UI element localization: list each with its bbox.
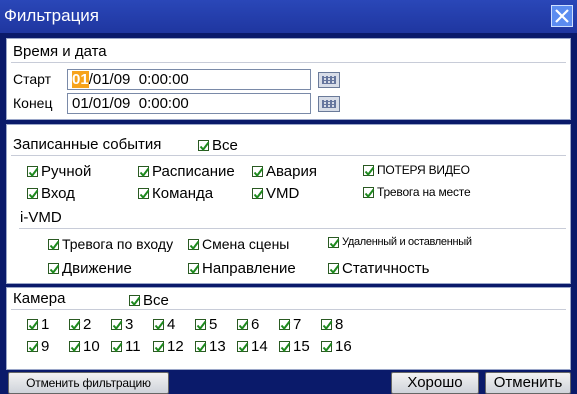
start-day-cursor[interactable]: 01 xyxy=(72,71,89,88)
close-icon xyxy=(555,9,569,23)
checkbox-checked-icon xyxy=(252,188,264,200)
end-calendar-button[interactable] xyxy=(318,96,340,112)
events-section-title: Записанные события xyxy=(13,136,162,153)
checkbox-checked-icon xyxy=(138,166,150,178)
camera-checkbox-8[interactable]: 8 xyxy=(321,316,343,333)
event-checkbox-7[interactable]: VMD xyxy=(252,185,299,202)
camera-checkbox-11[interactable]: 11 xyxy=(111,338,141,355)
divider xyxy=(19,228,566,229)
camera-panel: Камера Все 1 2 3 4 5 6 7 8 9 10 11 12 13 14 15 16 xyxy=(6,287,571,370)
camera-checkbox-7[interactable]: 7 xyxy=(279,316,301,333)
event-checkbox-4[interactable]: ПОТЕРЯ ВИДЕО xyxy=(363,163,470,177)
start-label: Старт xyxy=(13,71,52,87)
camera-checkbox-13[interactable]: 13 xyxy=(195,338,226,355)
datetime-section-title: Время и дата xyxy=(13,43,107,60)
title-bar: Фильтрация xyxy=(0,0,577,33)
end-datetime-field[interactable]: 01/01/09 0:00:00 xyxy=(67,93,311,114)
events-all-checkbox[interactable]: Все xyxy=(198,137,238,154)
camera-checkbox-14[interactable]: 14 xyxy=(237,338,268,355)
checkbox-checked-icon xyxy=(363,164,375,176)
checkbox-checked-icon xyxy=(363,186,375,198)
cancel-button[interactable]: Отменить xyxy=(485,372,571,394)
camera-checkbox-12[interactable]: 12 xyxy=(153,338,184,355)
ivmd-checkbox-5[interactable]: Направление xyxy=(188,260,296,277)
checkbox-checked-icon xyxy=(321,341,333,353)
camera-checkbox-9[interactable]: 9 xyxy=(27,338,49,355)
camera-checkbox-15[interactable]: 15 xyxy=(279,338,310,355)
camera-all-checkbox[interactable]: Все xyxy=(129,292,169,309)
checkbox-checked-icon xyxy=(69,319,81,331)
checkbox-checked-icon xyxy=(328,263,340,275)
checkbox-checked-icon xyxy=(27,166,39,178)
checkbox-checked-icon xyxy=(237,319,249,331)
camera-checkbox-5[interactable]: 5 xyxy=(195,316,217,333)
events-panel: Записанные события Все Ручной Расписание А… xyxy=(6,124,571,284)
event-checkbox-8[interactable]: Тревога на месте xyxy=(363,185,471,199)
camera-section-title: Камера xyxy=(13,290,66,307)
checkbox-checked-icon xyxy=(138,188,150,200)
ivmd-checkbox-3[interactable]: Удаленный и оставленный xyxy=(328,236,472,248)
divider xyxy=(11,62,566,63)
start-datetime-field[interactable]: 01/01/09 0:00:00 xyxy=(67,69,311,90)
checkbox-checked-icon xyxy=(321,319,333,331)
camera-checkbox-2[interactable]: 2 xyxy=(69,316,91,333)
checkbox-checked-icon xyxy=(328,236,340,248)
ivmd-section-title: i-VMD xyxy=(20,209,62,226)
ivmd-checkbox-6[interactable]: Статичность xyxy=(328,260,429,277)
camera-checkbox-10[interactable]: 10 xyxy=(69,338,100,355)
checkbox-checked-icon xyxy=(252,166,264,178)
checkbox-checked-icon xyxy=(111,341,123,353)
event-checkbox-3[interactable]: Авария xyxy=(252,163,317,180)
ivmd-checkbox-1[interactable]: Тревога по входу xyxy=(48,236,173,252)
checkbox-checked-icon xyxy=(279,341,291,353)
divider xyxy=(11,309,566,310)
checkbox-checked-icon xyxy=(27,188,39,200)
event-checkbox-2[interactable]: Расписание xyxy=(138,163,235,180)
camera-checkbox-4[interactable]: 4 xyxy=(153,316,175,333)
event-checkbox-5[interactable]: Вход xyxy=(27,185,75,202)
camera-checkbox-3[interactable]: 3 xyxy=(111,316,133,333)
camera-checkbox-6[interactable]: 6 xyxy=(237,316,259,333)
calendar-icon xyxy=(322,100,336,108)
checkbox-checked-icon xyxy=(188,238,200,250)
event-checkbox-1[interactable]: Ручной xyxy=(27,163,91,180)
checkbox-checked-icon xyxy=(111,319,123,331)
checkbox-checked-icon xyxy=(153,341,165,353)
start-calendar-button[interactable] xyxy=(318,72,340,88)
checkbox-checked-icon xyxy=(198,140,210,152)
camera-checkbox-16[interactable]: 16 xyxy=(321,338,352,355)
calendar-icon xyxy=(322,76,336,84)
ok-button[interactable]: Хорошо xyxy=(391,372,479,394)
checkbox-checked-icon xyxy=(237,341,249,353)
checkbox-checked-icon xyxy=(195,341,207,353)
end-label: Конец xyxy=(13,95,53,111)
checkbox-checked-icon xyxy=(279,319,291,331)
ivmd-checkbox-2[interactable]: Смена сцены xyxy=(188,236,289,252)
start-datetime-rest: /01/09 0:00:00 xyxy=(88,71,189,88)
datetime-panel: Время и дата Старт 01/01/09 0:00:00 Коне… xyxy=(6,38,571,120)
ivmd-checkbox-4[interactable]: Движение xyxy=(48,260,132,277)
checkbox-checked-icon xyxy=(153,319,165,331)
checkbox-checked-icon xyxy=(195,319,207,331)
divider xyxy=(11,155,566,156)
checkbox-checked-icon xyxy=(27,341,39,353)
checkbox-checked-icon xyxy=(69,341,81,353)
dialog-title: Фильтрация xyxy=(4,6,100,25)
cancel-filter-button[interactable]: Отменить фильтрацию xyxy=(8,372,169,394)
checkbox-checked-icon xyxy=(48,263,60,275)
filter-dialog: Фильтрация Время и дата Старт 01/01/09 0… xyxy=(0,0,577,394)
checkbox-checked-icon xyxy=(129,295,141,307)
camera-checkbox-1[interactable]: 1 xyxy=(27,316,49,333)
event-checkbox-6[interactable]: Команда xyxy=(138,185,213,202)
close-button[interactable] xyxy=(551,5,573,27)
checkbox-checked-icon xyxy=(27,319,39,331)
checkbox-checked-icon xyxy=(188,263,200,275)
checkbox-checked-icon xyxy=(48,238,60,250)
